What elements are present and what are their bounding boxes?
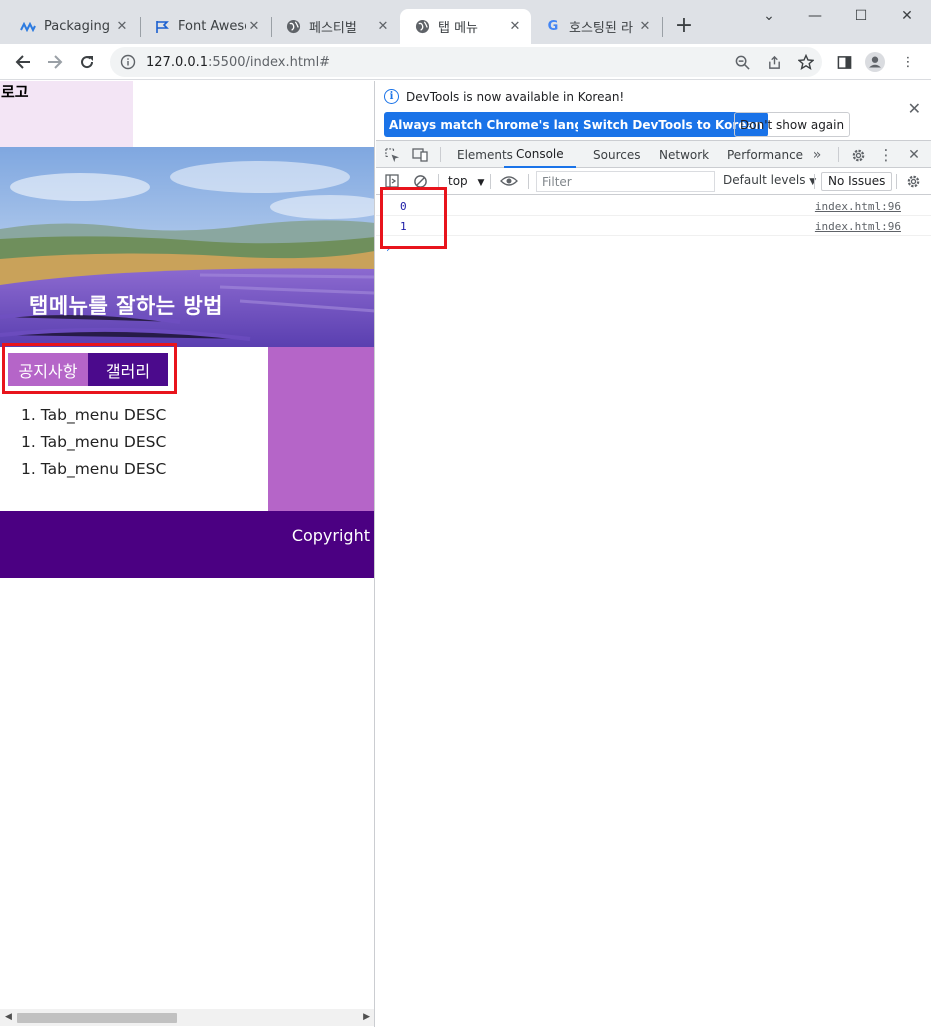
filter-input[interactable]: Filter <box>536 171 715 192</box>
reload-icon[interactable] <box>73 48 101 76</box>
divider <box>896 174 897 189</box>
packaging-logo-icon <box>20 19 36 35</box>
banner-message: i DevTools is now available in Korean! <box>384 89 624 104</box>
browser-tab[interactable]: G 호스팅된 라 ✕ <box>531 9 661 44</box>
list-item: 1. Tab_menu DESC <box>21 433 167 451</box>
divider <box>490 174 491 189</box>
profile-avatar-icon[interactable] <box>865 52 885 72</box>
browser-tab-label: 호스팅된 라 <box>569 21 633 36</box>
copyright-text: Copyright <box>291 526 370 545</box>
tab-sources[interactable]: Sources <box>593 141 640 168</box>
browser-tab-label: Font Aweso <box>178 19 246 34</box>
browser-toolbar: 127.0.0.1:5500/index.html# ⋮ <box>0 44 931 80</box>
horizontal-scrollbar[interactable]: ◀ ▶ <box>0 1009 374 1026</box>
tab-performance[interactable]: Performance <box>727 141 803 168</box>
devtools-panel: i DevTools is now available in Korean! A… <box>376 81 931 1027</box>
info-icon[interactable] <box>120 54 136 70</box>
inspect-element-icon[interactable] <box>383 146 401 164</box>
console-log-entry: 0 index.html:96 <box>376 196 931 216</box>
browser-tab[interactable]: 페스티벌 ✕ <box>271 9 399 44</box>
list-item: 1. Tab_menu DESC <box>21 406 167 424</box>
back-arrow-icon[interactable] <box>9 48 37 76</box>
browser-tab[interactable]: Font Aweso ✕ <box>140 9 270 44</box>
browser-tab-label: 페스티벌 <box>309 21 357 36</box>
share-icon[interactable] <box>758 55 790 70</box>
chevron-down-icon[interactable]: ⌄ <box>746 4 792 28</box>
more-vertical-icon[interactable]: ⋮ <box>877 146 895 164</box>
globe-icon <box>285 19 301 35</box>
highlight-box <box>2 343 177 394</box>
browser-tab[interactable]: Packaging A ✕ <box>6 9 138 44</box>
divider <box>440 147 441 162</box>
browser-tab-active[interactable]: 탭 메뉴 ✕ <box>400 9 531 44</box>
side-panel <box>268 347 374 511</box>
minimize-icon[interactable]: — <box>792 4 838 28</box>
dropdown-arrow-icon: ▼ <box>809 177 817 187</box>
globe-icon <box>414 19 430 35</box>
scroll-right-icon[interactable]: ▶ <box>363 1012 370 1022</box>
tab-separator <box>662 17 663 37</box>
window-close-icon[interactable]: ✕ <box>884 4 930 28</box>
settings-gear-icon[interactable] <box>904 172 922 190</box>
new-tab-button[interactable]: + <box>672 13 696 38</box>
dont-show-again-button[interactable]: Don't show again <box>734 112 851 137</box>
device-toolbar-icon[interactable] <box>411 146 429 164</box>
more-vertical-icon[interactable]: ⋮ <box>898 52 918 72</box>
context-selector[interactable]: top ▼ <box>448 174 484 188</box>
address-bar[interactable]: 127.0.0.1:5500/index.html# <box>110 47 822 77</box>
console-log-entry: 1 index.html:96 <box>376 216 931 236</box>
tab-console[interactable]: Console <box>504 141 576 168</box>
divider <box>838 147 839 162</box>
log-levels-dropdown[interactable]: Default levels ▼ <box>723 173 816 187</box>
close-icon[interactable]: ✕ <box>375 19 391 35</box>
close-icon[interactable]: ✕ <box>246 19 262 35</box>
close-icon[interactable]: ✕ <box>905 146 923 164</box>
close-icon[interactable]: ✕ <box>908 99 921 118</box>
devtools-language-banner: i DevTools is now available in Korean! A… <box>376 81 931 141</box>
browser-tab-strip: Packaging A ✕ Font Aweso ✕ 페스티벌 ✕ 탭 메뉴 ✕… <box>0 0 931 44</box>
divider <box>528 174 529 189</box>
footer: Copyright <box>0 511 374 578</box>
log-source-link[interactable]: index.html:96 <box>815 200 901 213</box>
hero-title: 탭메뉴를 잘하는 방법 <box>29 294 224 318</box>
desc-list: 1. Tab_menu DESC 1. Tab_menu DESC 1. Tab… <box>21 402 166 483</box>
tab-network[interactable]: Network <box>659 141 709 168</box>
console-toolbar: top ▼ Filter Default levels ▼ No Issues <box>376 168 931 195</box>
list-item: 1. Tab_menu DESC <box>21 460 167 478</box>
info-icon: i <box>384 89 399 104</box>
logo[interactable]: 로고 <box>1 81 29 102</box>
google-icon: G <box>547 19 559 34</box>
browser-tab-label: 탭 메뉴 <box>438 21 479 36</box>
close-icon[interactable]: ✕ <box>637 19 653 35</box>
devtools-tab-bar: Elements Console Sources Network Perform… <box>376 141 931 168</box>
eye-icon[interactable] <box>500 172 518 190</box>
close-icon[interactable]: ✕ <box>507 19 523 35</box>
settings-gear-icon[interactable] <box>849 146 867 164</box>
hero-banner: 탭메뉴를 잘하는 방법 <box>0 147 374 347</box>
scrollbar-thumb[interactable] <box>17 1013 177 1023</box>
maximize-icon[interactable]: ☐ <box>838 4 884 28</box>
forward-arrow-icon[interactable] <box>41 48 69 76</box>
flag-icon <box>154 19 170 35</box>
highlight-box <box>380 187 447 249</box>
issues-button[interactable]: No Issues <box>821 172 893 191</box>
url-text: 127.0.0.1:5500/index.html# <box>146 54 331 70</box>
bookmark-star-icon[interactable] <box>790 54 822 70</box>
side-panel-icon[interactable] <box>834 52 854 72</box>
more-tabs-chevron-icon[interactable]: » <box>808 146 826 164</box>
close-icon[interactable]: ✕ <box>114 19 130 35</box>
divider <box>814 174 815 189</box>
log-source-link[interactable]: index.html:96 <box>815 220 901 233</box>
dropdown-arrow-icon: ▼ <box>477 178 485 188</box>
page-viewport: 로고 탭메뉴를 잘하는 방법 공지사항 갤러리 1. Tab_menu DESC… <box>0 81 375 1027</box>
browser-tab-label: Packaging A <box>44 19 114 34</box>
zoom-icon[interactable] <box>726 55 758 70</box>
scroll-left-icon[interactable]: ◀ <box>5 1012 12 1022</box>
